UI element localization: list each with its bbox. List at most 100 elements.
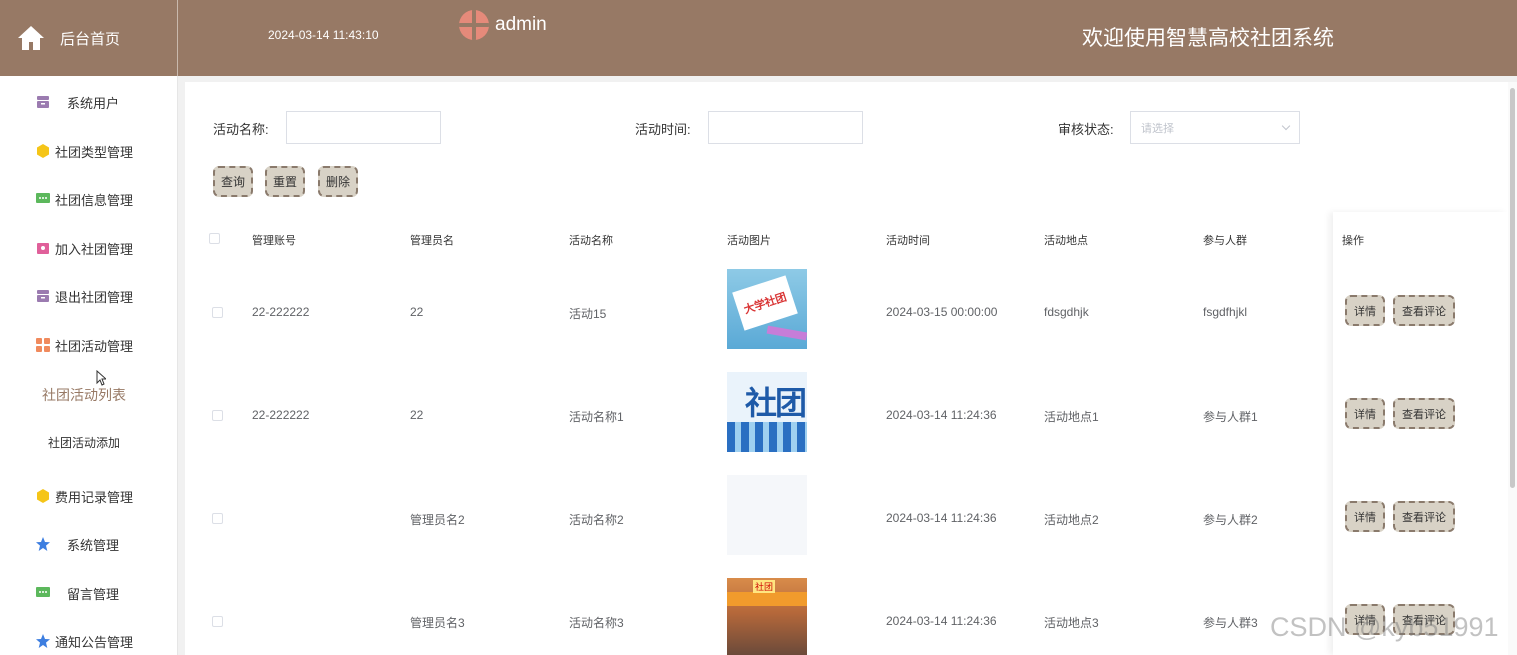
sidebar-item-club-activities[interactable]: 社团活动管理 — [0, 325, 178, 365]
archive-icon — [36, 95, 50, 109]
cell-activity-time: 2024-03-15 00:00:00 — [886, 305, 998, 319]
image-decoration — [727, 422, 807, 452]
row-checkbox[interactable] — [212, 410, 223, 421]
system-title: 欢迎使用智慧高校社团系统 — [1082, 27, 1334, 50]
col-header-participants: 参与人群 — [1203, 235, 1247, 247]
activity-image[interactable]: 社团 — [727, 372, 807, 452]
col-header-operations: 操作 — [1342, 235, 1364, 247]
sidebar-item-fees[interactable]: 费用记录管理 — [0, 476, 178, 516]
cell-activity-name: 活动名称1 — [569, 410, 624, 424]
grid-icon — [36, 338, 50, 352]
image-card: 大学社团 — [732, 275, 798, 331]
activity-image[interactable]: 大学社团 — [727, 269, 807, 349]
cell-activity-time: 2024-03-14 11:24:36 — [886, 408, 997, 422]
sidebar-item-club-types[interactable]: 社团类型管理 — [0, 131, 178, 171]
cell-activity-place: 活动地点3 — [1044, 616, 1099, 630]
sidebar-item-messages[interactable]: 留言管理 — [0, 573, 178, 613]
col-header-account: 管理账号 — [252, 235, 296, 247]
cell-activity-place: 活动地点1 — [1044, 410, 1099, 424]
scrollbar-thumb[interactable] — [1510, 88, 1515, 488]
cell-activity-time: 2024-03-14 11:24:36 — [886, 511, 997, 525]
activity-image[interactable]: 社团 — [727, 578, 807, 655]
main-content: 活动名称: 活动时间: 审核状态: 请选择 查询 重置 删除 管理账号 管理员名… — [185, 82, 1508, 655]
detail-button[interactable]: 详情 — [1345, 398, 1385, 429]
sidebar-item-notices[interactable]: 通知公告管理 — [0, 621, 178, 655]
hexagon-icon — [36, 489, 50, 503]
mouse-cursor-icon — [96, 370, 106, 386]
sidebar-item-system-users[interactable]: 系统用户 — [0, 82, 178, 122]
sidebar-item-system[interactable]: 系统管理 — [0, 524, 178, 564]
delete-button[interactable]: 删除 — [318, 166, 358, 197]
operations-column: 操作 详情 查看评论 详情 查看评论 详情 查看评论 详情 查看评论 — [1333, 212, 1508, 655]
cell-activity-time: 2024-03-14 11:24:36 — [886, 614, 997, 628]
sidebar-item-label: 社团信息管理 — [55, 192, 134, 208]
cell-activity-name: 活动名称3 — [569, 616, 624, 630]
image-tent — [727, 592, 807, 606]
col-header-activity-name: 活动名称 — [569, 235, 613, 247]
cell-activity-place: fdsgdhjk — [1044, 305, 1089, 319]
row-checkbox[interactable] — [212, 513, 223, 524]
sidebar-item-label: 社团类型管理 — [55, 144, 134, 160]
activity-image-placeholder[interactable] — [727, 475, 807, 555]
sidebar-item-label: 留言管理 — [67, 586, 120, 602]
select-all-checkbox[interactable] — [209, 233, 220, 244]
view-comments-button[interactable]: 查看评论 — [1393, 501, 1455, 532]
sidebar-item-label: 费用记录管理 — [55, 489, 134, 505]
home-label: 后台首页 — [60, 30, 121, 48]
sidebar-item-quit-club[interactable]: 退出社团管理 — [0, 276, 178, 316]
row-checkbox[interactable] — [212, 307, 223, 318]
col-header-activity-time: 活动时间 — [886, 235, 930, 247]
sidebar-item-label: 退出社团管理 — [55, 289, 134, 305]
view-comments-button[interactable]: 查看评论 — [1393, 295, 1455, 326]
page-scrollbar[interactable] — [1508, 82, 1517, 655]
review-status-select[interactable]: 请选择 — [1130, 111, 1300, 144]
top-header: 后台首页 2024-03-14 11:43:10 admin 欢迎使用智慧高校社… — [0, 0, 1517, 76]
query-button[interactable]: 查询 — [213, 166, 253, 197]
sidebar-item-label: 系统管理 — [67, 537, 120, 553]
image-pencil — [766, 325, 807, 341]
cell-activity-place: 活动地点2 — [1044, 513, 1099, 527]
row-checkbox[interactable] — [212, 616, 223, 627]
sidebar-item-join-club[interactable]: 加入社团管理 — [0, 228, 178, 268]
detail-button[interactable]: 详情 — [1345, 295, 1385, 326]
cell-participants: 参与人群2 — [1203, 513, 1258, 527]
sidebar-item-label: 加入社团管理 — [55, 241, 134, 257]
star-icon — [36, 634, 50, 648]
current-datetime: 2024-03-14 11:43:10 — [268, 28, 379, 42]
image-text: 大学社团 — [742, 291, 789, 317]
gift-icon — [36, 241, 50, 255]
cell-account: 22-222222 — [252, 408, 310, 422]
sidebar-item-label: 通知公告管理 — [55, 634, 134, 650]
cell-participants: 参与人群3 — [1203, 616, 1258, 630]
hexagon-icon — [36, 144, 50, 158]
message-icon — [36, 192, 50, 206]
review-status-label: 审核状态: — [1058, 122, 1114, 137]
submenu-activity-list[interactable]: 社团活动列表 — [0, 385, 173, 405]
sidebar: 系统用户 社团类型管理 社团信息管理 加入社团管理 退出社团管理 社团活动管理 … — [0, 76, 178, 655]
cell-activity-name: 活动名称2 — [569, 513, 624, 527]
reset-button[interactable]: 重置 — [265, 166, 305, 197]
select-placeholder: 请选择 — [1141, 122, 1174, 135]
activity-name-label: 活动名称: — [213, 122, 269, 137]
cell-admin-name: 管理员名2 — [410, 513, 465, 527]
activity-name-input[interactable] — [286, 111, 441, 144]
chevron-down-icon — [1281, 121, 1291, 131]
activity-time-label: 活动时间: — [635, 122, 691, 137]
cell-participants: fsgdfhjkl — [1203, 305, 1248, 319]
home-icon — [18, 26, 44, 50]
submenu-activity-add[interactable]: 社团活动添加 — [0, 434, 173, 451]
user-menu[interactable]: admin — [459, 10, 547, 40]
cell-admin-name: 22 — [410, 305, 424, 319]
view-comments-button[interactable]: 查看评论 — [1393, 398, 1455, 429]
home-link[interactable]: 后台首页 — [0, 0, 178, 76]
archive-icon — [36, 289, 50, 303]
star-icon — [36, 537, 50, 551]
activity-time-input[interactable] — [708, 111, 863, 144]
sidebar-item-club-info[interactable]: 社团信息管理 — [0, 179, 178, 219]
detail-button[interactable]: 详情 — [1345, 501, 1385, 532]
username: admin — [495, 14, 547, 35]
sidebar-item-label: 系统用户 — [67, 95, 120, 111]
col-header-activity-image: 活动图片 — [727, 235, 771, 247]
image-text: 社团 — [753, 580, 776, 593]
avatar — [459, 10, 489, 40]
